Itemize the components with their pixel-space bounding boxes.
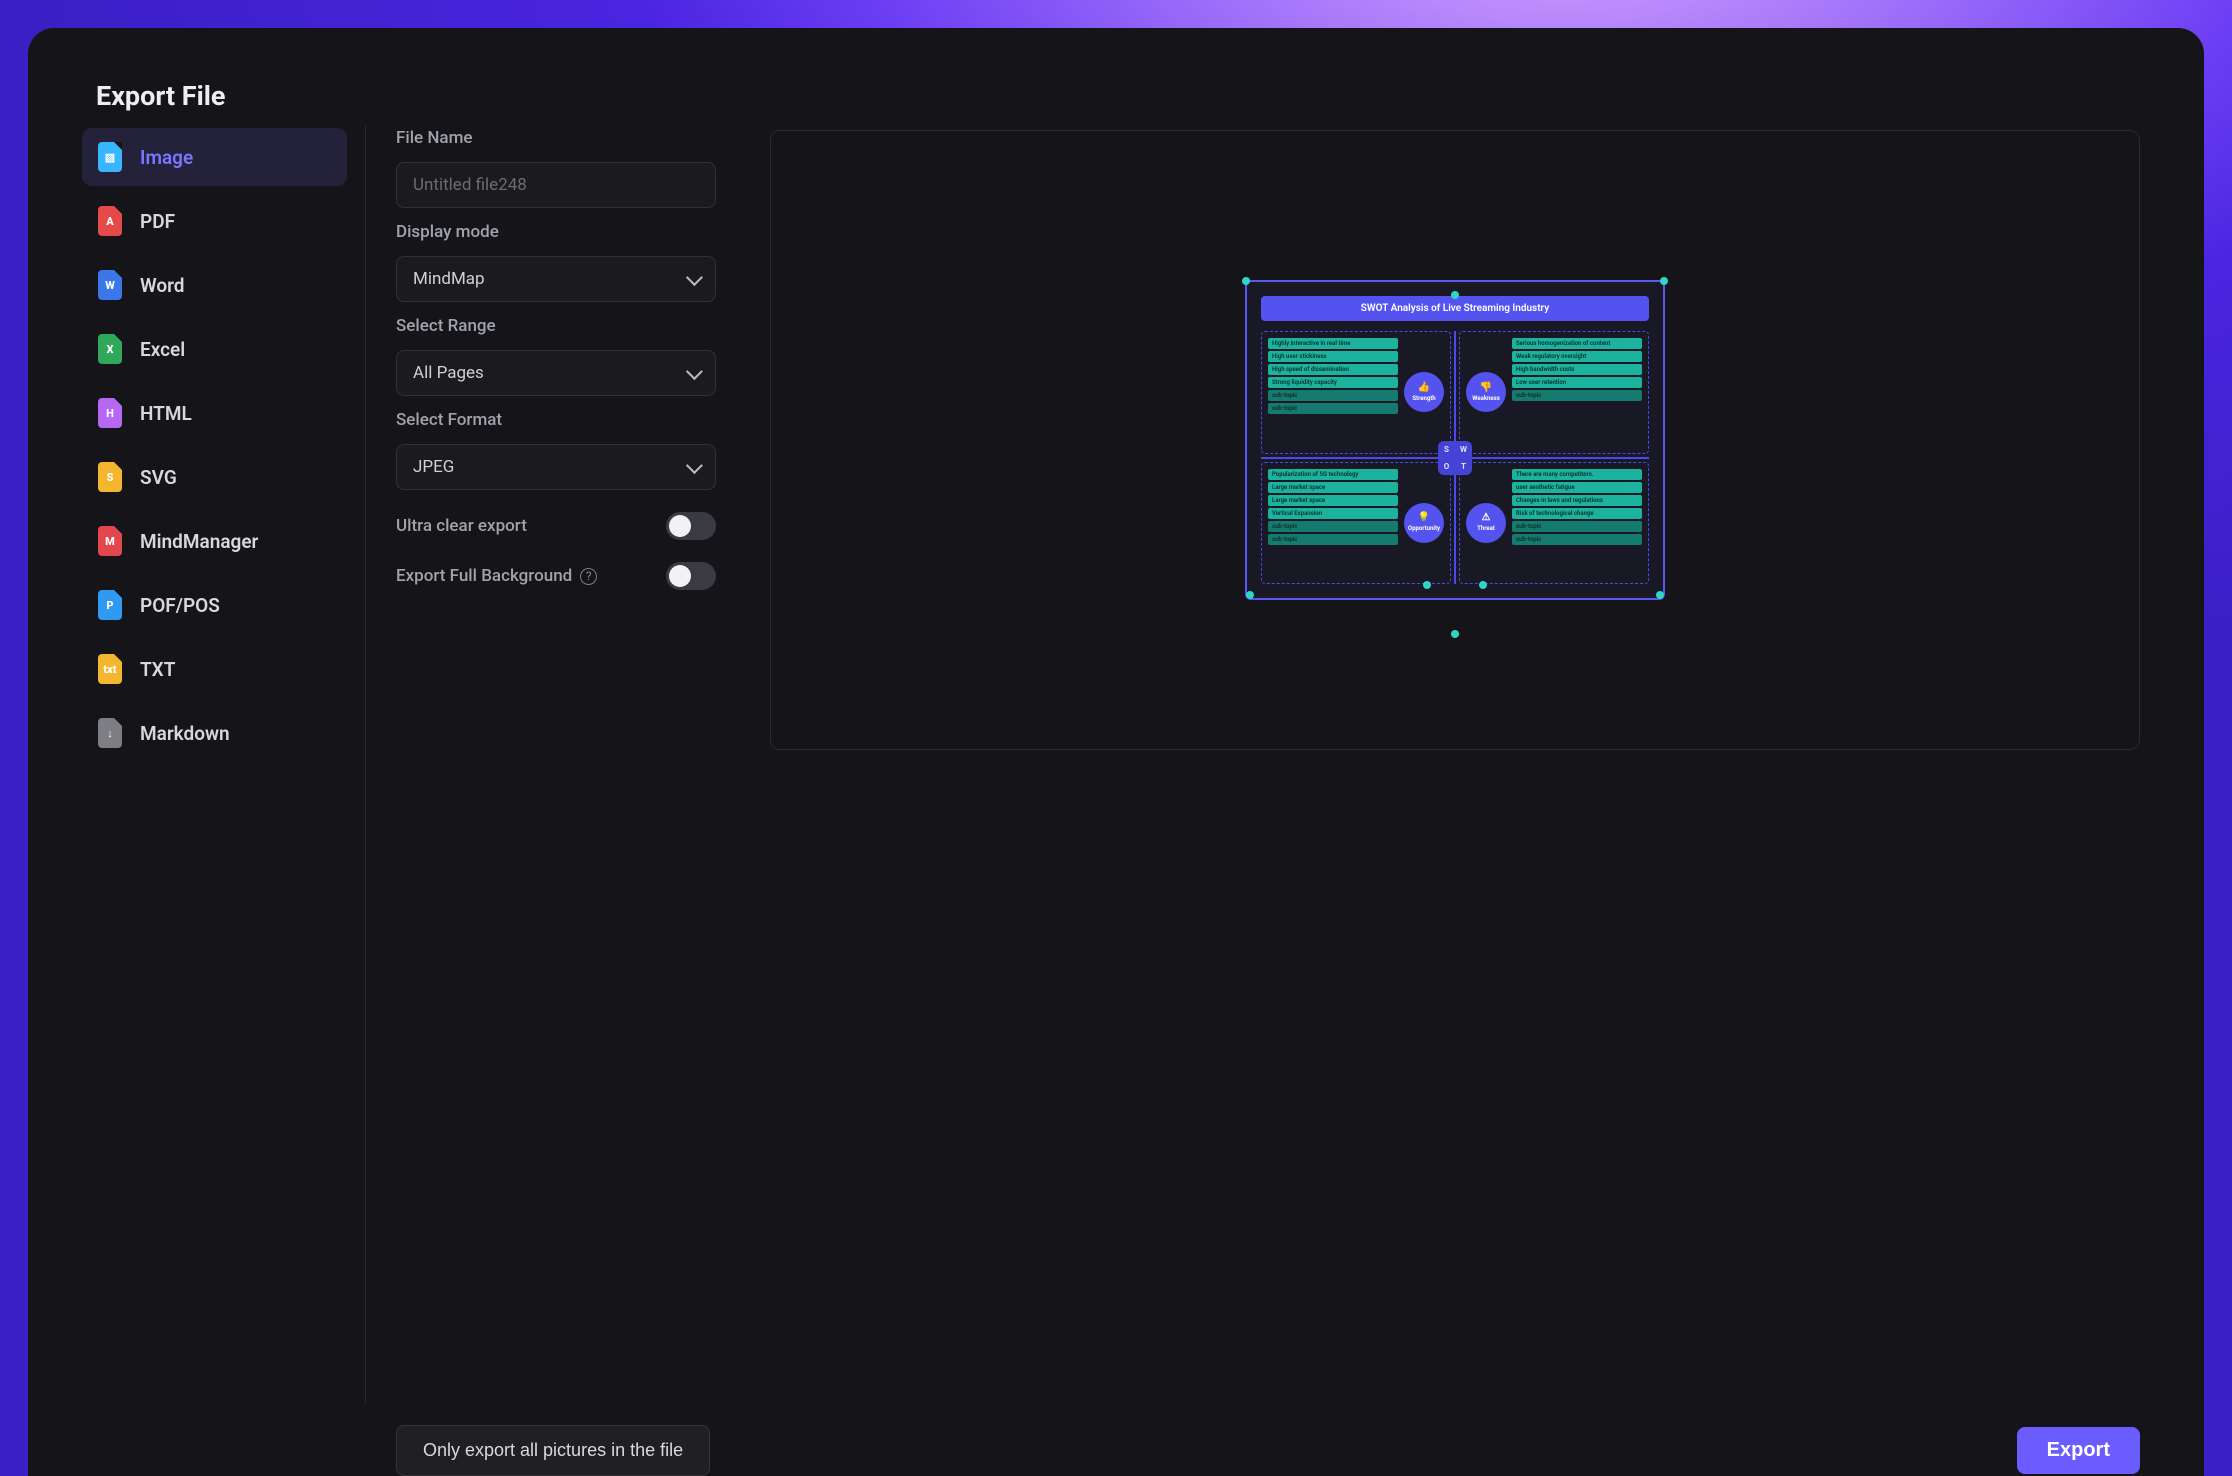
preview-pane: SWOT Analysis of Live Streaming Industry… [746, 126, 2150, 1403]
quadrant-badge-strength: 👍Strength [1404, 372, 1444, 412]
quadrant-badge-opportunity: 💡Opportunity [1404, 503, 1444, 543]
sidebar-item-excel[interactable]: X Excel [82, 320, 347, 378]
select-format-value: JPEG [413, 457, 454, 477]
sidebar-item-label: Word [140, 274, 185, 297]
preview-bullet: Changes in laws and regulations [1512, 495, 1642, 506]
sidebar-item-pdf[interactable]: A PDF [82, 192, 347, 250]
preview-quadrant-threat: There are many competitors. user aestheti… [1459, 462, 1649, 585]
preview-quadrant-weakness: Serious homogenization of content Weak re… [1459, 331, 1649, 454]
preview-bullet: Weak regulatory oversight [1512, 351, 1642, 362]
preview-bullet: Low user retention [1512, 377, 1642, 388]
select-format-select[interactable]: JPEG [396, 444, 716, 490]
preview-bullet: Serious homogenization of content [1512, 338, 1642, 349]
preview-bullet: sub-topic [1268, 534, 1398, 545]
preview-bullet: sub-topic [1268, 521, 1398, 532]
image-file-icon: ▨ [98, 142, 122, 172]
preview-bullet: High bandwidth costs [1512, 364, 1642, 375]
filename-label: File Name [396, 128, 716, 148]
preview-title: SWOT Analysis of Live Streaming Industry [1261, 296, 1649, 321]
select-range-label: Select Range [396, 316, 716, 336]
select-format-label: Select Format [396, 410, 716, 430]
sidebar-item-pofpos[interactable]: P POF/POS [82, 576, 347, 634]
help-icon[interactable]: ? [580, 568, 597, 585]
filename-input[interactable] [396, 162, 716, 208]
preview-bullet: Risk of technological change [1512, 508, 1642, 519]
preview-bullet: sub-topic [1268, 403, 1398, 414]
preview-bullet: There are many competitors. [1512, 469, 1642, 480]
sidebar-item-svg[interactable]: S SVG [82, 448, 347, 506]
select-range-value: All Pages [413, 363, 484, 383]
preview-bullet: sub-topic [1268, 390, 1398, 401]
format-sidebar: ▨ Image A PDF W Word X Excel H HTML S SVG M MindManag… [82, 126, 366, 1403]
preview-bullet: Large market space [1268, 482, 1398, 493]
sidebar-item-label: HTML [140, 402, 192, 425]
display-mode-value: MindMap [413, 269, 485, 289]
preview-bullet: Vertical Expansion [1268, 508, 1398, 519]
markdown-file-icon: ↓ [98, 718, 122, 748]
preview-quadrant-strength: Highly interactive in real time High user… [1261, 331, 1451, 454]
sidebar-item-txt[interactable]: txt TXT [82, 640, 347, 698]
dialog-title: Export File [96, 80, 2150, 112]
display-mode-select[interactable]: MindMap [396, 256, 716, 302]
display-mode-label: Display mode [396, 222, 716, 242]
export-pictures-only-button[interactable]: Only export all pictures in the file [396, 1425, 710, 1476]
dialog-footer: Only export all pictures in the file Exp… [366, 1403, 2150, 1476]
sidebar-item-image[interactable]: ▨ Image [82, 128, 347, 186]
mindmanager-file-icon: M [98, 526, 122, 556]
preview-canvas: SWOT Analysis of Live Streaming Industry… [1245, 280, 1665, 600]
sidebar-item-label: PDF [140, 210, 175, 233]
export-options: File Name Display mode MindMap Select Ra… [366, 126, 746, 1403]
quadrant-badge-weakness: 👎Weakness [1466, 372, 1506, 412]
preview-frame: SWOT Analysis of Live Streaming Industry… [770, 130, 2140, 750]
chevron-down-icon [686, 457, 703, 474]
pdf-file-icon: A [98, 206, 122, 236]
txt-file-icon: txt [98, 654, 122, 684]
preview-quadrant-opportunity: Popularization of 5G technology Large mar… [1261, 462, 1451, 585]
word-file-icon: W [98, 270, 122, 300]
sidebar-item-label: Markdown [140, 722, 230, 745]
preview-bullet: High speed of dissemination [1268, 364, 1398, 375]
export-bg-label: Export Full Background [396, 566, 572, 586]
sidebar-item-markdown[interactable]: ↓ Markdown [82, 704, 347, 762]
sidebar-item-label: POF/POS [140, 594, 220, 617]
preview-bullet: Strong liquidity capacity [1268, 377, 1398, 388]
preview-bullet: sub-topic [1512, 390, 1642, 401]
export-dialog: Export File ▨ImageAPDFWWordXExcelHHTMLSS… [28, 28, 2204, 1476]
export-button[interactable]: Export [2017, 1427, 2140, 1474]
sidebar-item-mindmanager[interactable]: M MindManager [82, 512, 347, 570]
preview-bullet: High user stickiness [1268, 351, 1398, 362]
swot-center-icon: SW OT [1438, 441, 1472, 475]
ultra-clear-toggle[interactable] [666, 512, 716, 540]
sidebar-item-label: Excel [140, 338, 185, 361]
sidebar-item-label: MindManager [140, 530, 258, 553]
sidebar-item-label: TXT [140, 658, 175, 681]
pofpos-file-icon: P [98, 590, 122, 620]
sidebar-item-label: SVG [140, 466, 177, 489]
chevron-down-icon [686, 363, 703, 380]
preview-bullet: Popularization of 5G technology [1268, 469, 1398, 480]
svg-file-icon: S [98, 462, 122, 492]
sidebar-item-html[interactable]: H HTML [82, 384, 347, 442]
sidebar-item-label: Image [140, 146, 193, 169]
preview-bullet: user aesthetic fatigue [1512, 482, 1642, 493]
export-bg-toggle[interactable] [666, 562, 716, 590]
chevron-down-icon [686, 269, 703, 286]
sidebar-item-word[interactable]: W Word [82, 256, 347, 314]
preview-bullet: sub-topic [1512, 521, 1642, 532]
html-file-icon: H [98, 398, 122, 428]
quadrant-badge-threat: ⚠Threat [1466, 503, 1506, 543]
preview-bullet: Highly interactive in real time [1268, 338, 1398, 349]
preview-bullet: Large market space [1268, 495, 1398, 506]
select-range-select[interactable]: All Pages [396, 350, 716, 396]
ultra-clear-label: Ultra clear export [396, 516, 527, 536]
excel-file-icon: X [98, 334, 122, 364]
preview-bullet: sub-topic [1512, 534, 1642, 545]
